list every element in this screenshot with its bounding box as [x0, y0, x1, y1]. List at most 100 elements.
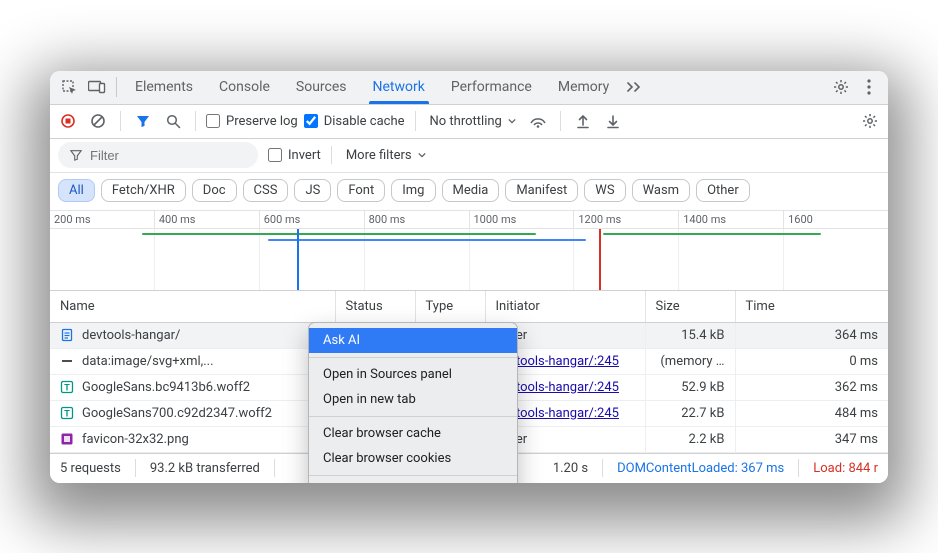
timeline-marker: [297, 229, 299, 290]
type-filter-other[interactable]: Other: [696, 179, 750, 202]
context-menu: Ask AI Open in Sources panel Open in new t…: [308, 322, 518, 483]
timeline-marker: [599, 229, 601, 290]
time-cell: 484 ms: [735, 400, 888, 426]
type-filter-manifest[interactable]: Manifest: [505, 179, 578, 202]
status-finish: 1.20 s: [553, 461, 588, 476]
file-type-icon: [60, 432, 74, 446]
status-load: Load: 844 r: [813, 461, 878, 476]
context-menu-item-label: Open in new tab: [323, 392, 416, 407]
timeline-tick: 800 ms: [364, 211, 469, 228]
more-filters-label: More filters: [346, 148, 412, 163]
svg-text:T: T: [64, 409, 70, 419]
context-menu-item[interactable]: Clear browser cookies: [309, 446, 517, 471]
type-filter-fetchxhr[interactable]: Fetch/XHR: [101, 179, 186, 202]
filter-row: Invert More filters: [50, 139, 888, 173]
type-filter-font[interactable]: Font: [337, 179, 385, 202]
timeline-tick: 1400 ms: [678, 211, 783, 228]
throttling-label: No throttling: [430, 114, 502, 129]
svg-text:T: T: [64, 383, 70, 393]
tab-performance[interactable]: Performance: [439, 71, 544, 105]
size-cell: 22.7 kB: [645, 400, 735, 426]
status-domcontentloaded: DOMContentLoaded: 367 ms: [617, 461, 784, 476]
more-tabs-chevrons-icon[interactable]: [623, 74, 649, 100]
context-menu-item-label: Clear browser cookies: [323, 451, 451, 466]
file-type-icon: [60, 328, 74, 342]
context-menu-item[interactable]: Open in new tab: [309, 387, 517, 412]
context-menu-item[interactable]: Clear browser cache: [309, 421, 517, 446]
preserve-log-checkbox[interactable]: Preserve log: [206, 114, 298, 129]
devtools-panel: ElementsConsoleSourcesNetworkPerformance…: [50, 71, 888, 483]
col-time[interactable]: Time: [735, 291, 888, 323]
inspect-icon[interactable]: [56, 74, 82, 100]
file-type-icon: T: [60, 380, 74, 394]
col-status[interactable]: Status: [335, 291, 415, 323]
request-name: devtools-hangar/: [82, 328, 180, 343]
size-cell: 15.4 kB: [645, 322, 735, 348]
time-cell: 347 ms: [735, 426, 888, 452]
context-menu-item-label: Ask AI: [323, 333, 360, 348]
type-filter-js[interactable]: JS: [294, 179, 331, 202]
timeline-tick: 600 ms: [259, 211, 364, 228]
filter-input[interactable]: [58, 142, 258, 168]
timeline-tick: 200 ms: [50, 211, 154, 228]
tab-memory[interactable]: Memory: [546, 71, 621, 105]
type-filter-ws[interactable]: WS: [584, 179, 625, 202]
throttling-dropdown[interactable]: No throttling: [426, 114, 520, 129]
tab-console[interactable]: Console: [207, 71, 282, 105]
top-tabs: ElementsConsoleSourcesNetworkPerformance…: [50, 71, 888, 105]
clear-button[interactable]: [86, 109, 110, 133]
disable-cache-label: Disable cache: [324, 114, 405, 129]
kebab-menu-icon[interactable]: [856, 74, 882, 100]
request-name: favicon-32x32.png: [82, 432, 189, 447]
search-icon[interactable]: [161, 109, 185, 133]
network-toolbar: Preserve log Disable cache No throttling: [50, 105, 888, 139]
request-name: GoogleSans.bc9413b6.woff2: [82, 380, 250, 395]
context-menu-item[interactable]: Ask AI: [309, 328, 517, 353]
timeline-bar: [603, 233, 821, 235]
file-type-icon: [60, 354, 74, 368]
timeline-bar: [536, 239, 570, 241]
invert-checkbox[interactable]: Invert: [268, 148, 321, 163]
type-filter-css[interactable]: CSS: [243, 179, 289, 202]
col-type[interactable]: Type: [415, 291, 485, 323]
funnel-icon: [70, 149, 82, 161]
preserve-log-label: Preserve log: [226, 114, 298, 129]
chevron-down-icon: [418, 152, 426, 158]
time-cell: 364 ms: [735, 322, 888, 348]
device-toggle-icon[interactable]: [84, 74, 110, 100]
tab-network[interactable]: Network: [361, 71, 437, 105]
context-menu-item-label: Open in Sources panel: [323, 367, 452, 382]
type-filter-doc[interactable]: Doc: [192, 179, 237, 202]
type-filter-media[interactable]: Media: [442, 179, 500, 202]
context-menu-item[interactable]: Copy: [309, 480, 517, 483]
type-filter-wasm[interactable]: Wasm: [632, 179, 691, 202]
filter-text-field[interactable]: [90, 148, 246, 163]
request-name: data:image/svg+xml,...: [82, 354, 214, 369]
more-filters-dropdown[interactable]: More filters: [342, 148, 430, 163]
upload-har-icon[interactable]: [571, 109, 595, 133]
timeline-tick: 1200 ms: [573, 211, 678, 228]
tab-elements[interactable]: Elements: [123, 71, 205, 105]
timeline-overview[interactable]: 200 ms400 ms600 ms800 ms1000 ms1200 ms14…: [50, 211, 888, 291]
col-initiator[interactable]: Initiator: [485, 291, 645, 323]
size-cell: 52.9 kB: [645, 374, 735, 400]
disable-cache-checkbox[interactable]: Disable cache: [304, 114, 405, 129]
filter-toggle-icon[interactable]: [131, 109, 155, 133]
time-cell: 362 ms: [735, 374, 888, 400]
type-filter-all[interactable]: All: [58, 179, 95, 202]
type-filter-chips: All Fetch/XHR Doc CSSJS Font Img MediaManifest…: [50, 173, 888, 211]
tab-sources[interactable]: Sources: [284, 71, 359, 105]
type-filter-img[interactable]: Img: [391, 179, 435, 202]
context-menu-item[interactable]: Open in Sources panel: [309, 362, 517, 387]
col-size[interactable]: Size: [645, 291, 735, 323]
download-har-icon[interactable]: [601, 109, 625, 133]
size-cell: 2.2 kB: [645, 426, 735, 452]
timeline-tick: 400 ms: [154, 211, 259, 228]
col-name[interactable]: Name: [50, 291, 335, 323]
network-conditions-icon[interactable]: [526, 109, 550, 133]
status-transferred: 93.2 kB transferred: [150, 461, 260, 476]
settings-gear-icon[interactable]: [828, 74, 854, 100]
context-menu-item-label: Clear browser cache: [323, 426, 441, 441]
record-button[interactable]: [56, 109, 80, 133]
network-settings-gear-icon[interactable]: [858, 109, 882, 133]
